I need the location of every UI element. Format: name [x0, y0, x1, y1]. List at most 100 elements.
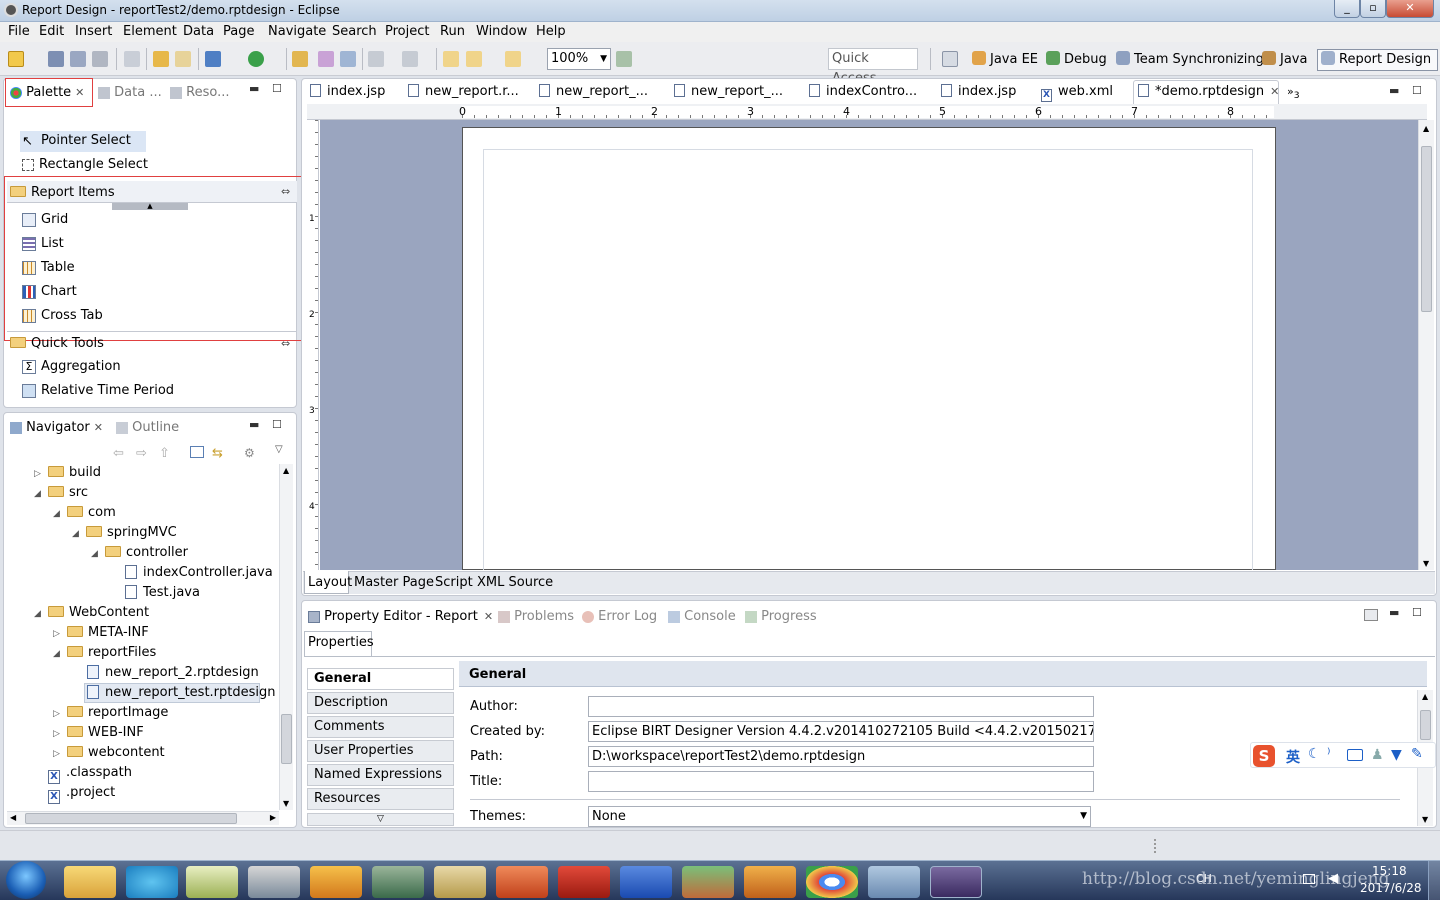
- menu-data[interactable]: Data: [183, 24, 214, 39]
- menu-file[interactable]: File: [8, 24, 30, 39]
- tree-item-reportimage[interactable]: ▷ reportImage: [53, 705, 168, 720]
- tree-item-indexcontroller[interactable]: indexController.java: [125, 565, 273, 580]
- skin-icon[interactable]: ▼: [1391, 747, 1402, 763]
- scrollbar-thumb[interactable]: [281, 714, 292, 764]
- quick-access-input[interactable]: Quick Access: [828, 48, 918, 86]
- pointer-select-tool[interactable]: ↖ Pointer Select: [22, 133, 131, 149]
- arrow-up-icon[interactable]: ▲: [1422, 692, 1428, 701]
- menu-help[interactable]: Help: [536, 24, 566, 39]
- report-items-drawer[interactable]: Report Items: [10, 185, 115, 200]
- editor-tab-new-report-3[interactable]: new_report_...: [674, 82, 783, 104]
- arrow-right-icon[interactable]: [505, 51, 521, 67]
- tab-outline[interactable]: Outline: [116, 420, 179, 435]
- forward-icon[interactable]: ⇨: [136, 446, 147, 461]
- expand-icon[interactable]: ▷: [34, 469, 44, 479]
- menu-page[interactable]: Page: [223, 24, 254, 39]
- filter-icon[interactable]: ⚙: [244, 446, 255, 460]
- menu-insert[interactable]: Insert: [75, 24, 112, 39]
- minimize-icon[interactable]: ▬: [1389, 606, 1399, 619]
- expand-icon[interactable]: ▷: [53, 729, 63, 739]
- arrow-down-icon[interactable]: ▼: [1423, 559, 1429, 568]
- maximize-button[interactable]: ▫: [1360, 0, 1386, 18]
- punctuation-icon[interactable]: ⁾: [1327, 746, 1330, 762]
- perspective-java-ee[interactable]: Java EE: [972, 50, 1038, 70]
- up-icon[interactable]: ⇧: [159, 446, 170, 461]
- tab-resource[interactable]: Reso...: [170, 85, 229, 100]
- layout-icon[interactable]: [402, 51, 418, 67]
- save-all-icon[interactable]: [70, 51, 86, 67]
- category-general[interactable]: General: [307, 668, 454, 690]
- quick-tools-drawer[interactable]: Quick Tools: [10, 336, 104, 351]
- tree-item-web-inf[interactable]: ▷ WEB-INF: [53, 725, 144, 740]
- tree-item-src[interactable]: ◢ src: [34, 485, 88, 500]
- themes-select[interactable]: None ▼: [588, 806, 1091, 827]
- volume-icon[interactable]: ◀: [1328, 871, 1338, 886]
- category-description[interactable]: Description: [307, 692, 454, 714]
- tree-item-meta-inf[interactable]: ▷ META-INF: [53, 625, 149, 640]
- taskbar-git-icon[interactable]: [682, 866, 734, 898]
- collapse-arrow-icon[interactable]: ◢: [53, 649, 63, 659]
- back-icon[interactable]: ⇦: [113, 446, 124, 461]
- wand-icon[interactable]: [340, 51, 356, 67]
- paint-icon[interactable]: [616, 51, 632, 67]
- expand-icon[interactable]: ▷: [53, 749, 63, 759]
- palette-item-aggregation[interactable]: Σ Aggregation: [22, 359, 121, 374]
- maximize-icon[interactable]: ☐: [1412, 84, 1422, 97]
- clock-time[interactable]: 15:18: [1372, 864, 1407, 878]
- path-field[interactable]: D:\workspace\reportTest2\demo.rptdesign: [588, 746, 1094, 767]
- taskbar-explorer-icon[interactable]: [64, 866, 116, 898]
- run-icon[interactable]: [248, 51, 264, 67]
- minimize-icon[interactable]: ▬: [1389, 84, 1399, 97]
- editor-tab-web-xml[interactable]: Xweb.xml: [1041, 82, 1113, 104]
- open-folder-icon[interactable]: [292, 51, 308, 67]
- minimize-icon[interactable]: ▬: [249, 418, 259, 431]
- editor-tab-index-jsp[interactable]: index.jsp: [310, 82, 385, 104]
- category-named-expressions[interactable]: Named Expressions: [307, 764, 454, 786]
- editor-tab-indexcontroller[interactable]: indexContro...: [809, 82, 917, 104]
- category-user-properties[interactable]: User Properties: [307, 740, 454, 762]
- tree-item-test-java[interactable]: Test.java: [125, 585, 200, 600]
- open-perspective-icon[interactable]: [942, 51, 958, 67]
- keyboard-icon[interactable]: [1347, 749, 1363, 761]
- editor-tab-overflow[interactable]: »3: [1287, 82, 1300, 104]
- back-nav-icon[interactable]: [443, 51, 459, 67]
- moon-icon[interactable]: ☾: [1308, 746, 1321, 762]
- view-menu-icon[interactable]: ▽: [275, 444, 283, 455]
- tree-item-build[interactable]: ▷ build: [34, 465, 101, 480]
- taskbar-notepad-icon[interactable]: [186, 866, 238, 898]
- perspective-report-design[interactable]: Report Design: [1317, 49, 1439, 71]
- tab-progress[interactable]: Progress: [745, 609, 817, 624]
- start-button[interactable]: [6, 861, 46, 899]
- tree-item-springmvc[interactable]: ◢ springMVC: [72, 525, 177, 540]
- undo-icon[interactable]: [153, 51, 169, 67]
- title-field[interactable]: [588, 771, 1094, 792]
- collapse-icon[interactable]: ⇔: [281, 185, 290, 198]
- tab-console[interactable]: Console: [668, 609, 736, 624]
- collapse-arrow-icon[interactable]: ◢: [53, 509, 63, 519]
- page-tab-script[interactable]: Script: [435, 575, 473, 590]
- collapse-arrow-icon[interactable]: ◢: [91, 549, 101, 559]
- taskbar-paint-icon[interactable]: [868, 866, 920, 898]
- menu-navigate[interactable]: Navigate: [268, 24, 326, 39]
- arrow-up-icon[interactable]: ▲: [283, 466, 289, 475]
- taskbar-tools-icon[interactable]: [248, 866, 300, 898]
- menu-project[interactable]: Project: [385, 24, 429, 39]
- scroll-up-handle[interactable]: ▲: [112, 203, 188, 210]
- arrow-down-icon[interactable]: ▼: [1422, 815, 1428, 824]
- taskbar-skype-icon[interactable]: [126, 866, 178, 898]
- close-button[interactable]: ✕: [1386, 0, 1434, 18]
- menu-window[interactable]: Window: [476, 24, 527, 39]
- palette-item-list[interactable]: List: [22, 236, 64, 251]
- show-desktop-button[interactable]: [1428, 861, 1440, 900]
- canvas-vscrollbar[interactable]: ▲ ▼: [1418, 120, 1434, 570]
- wrench-icon[interactable]: ✎: [1411, 746, 1423, 762]
- align-icon[interactable]: [368, 51, 384, 67]
- menu-run[interactable]: Run: [440, 24, 465, 39]
- created-by-field[interactable]: Eclipse BIRT Designer Version 4.4.2.v201…: [588, 721, 1094, 742]
- tab-data[interactable]: Data ...: [98, 85, 162, 100]
- close-icon[interactable]: ✕: [75, 86, 84, 99]
- tab-property-editor[interactable]: Property Editor - Report ✕: [308, 609, 493, 624]
- minimize-button[interactable]: _: [1334, 0, 1360, 18]
- page-tab-xml-source[interactable]: XML Source: [477, 575, 553, 590]
- link-editor-icon[interactable]: ⇆: [212, 446, 223, 461]
